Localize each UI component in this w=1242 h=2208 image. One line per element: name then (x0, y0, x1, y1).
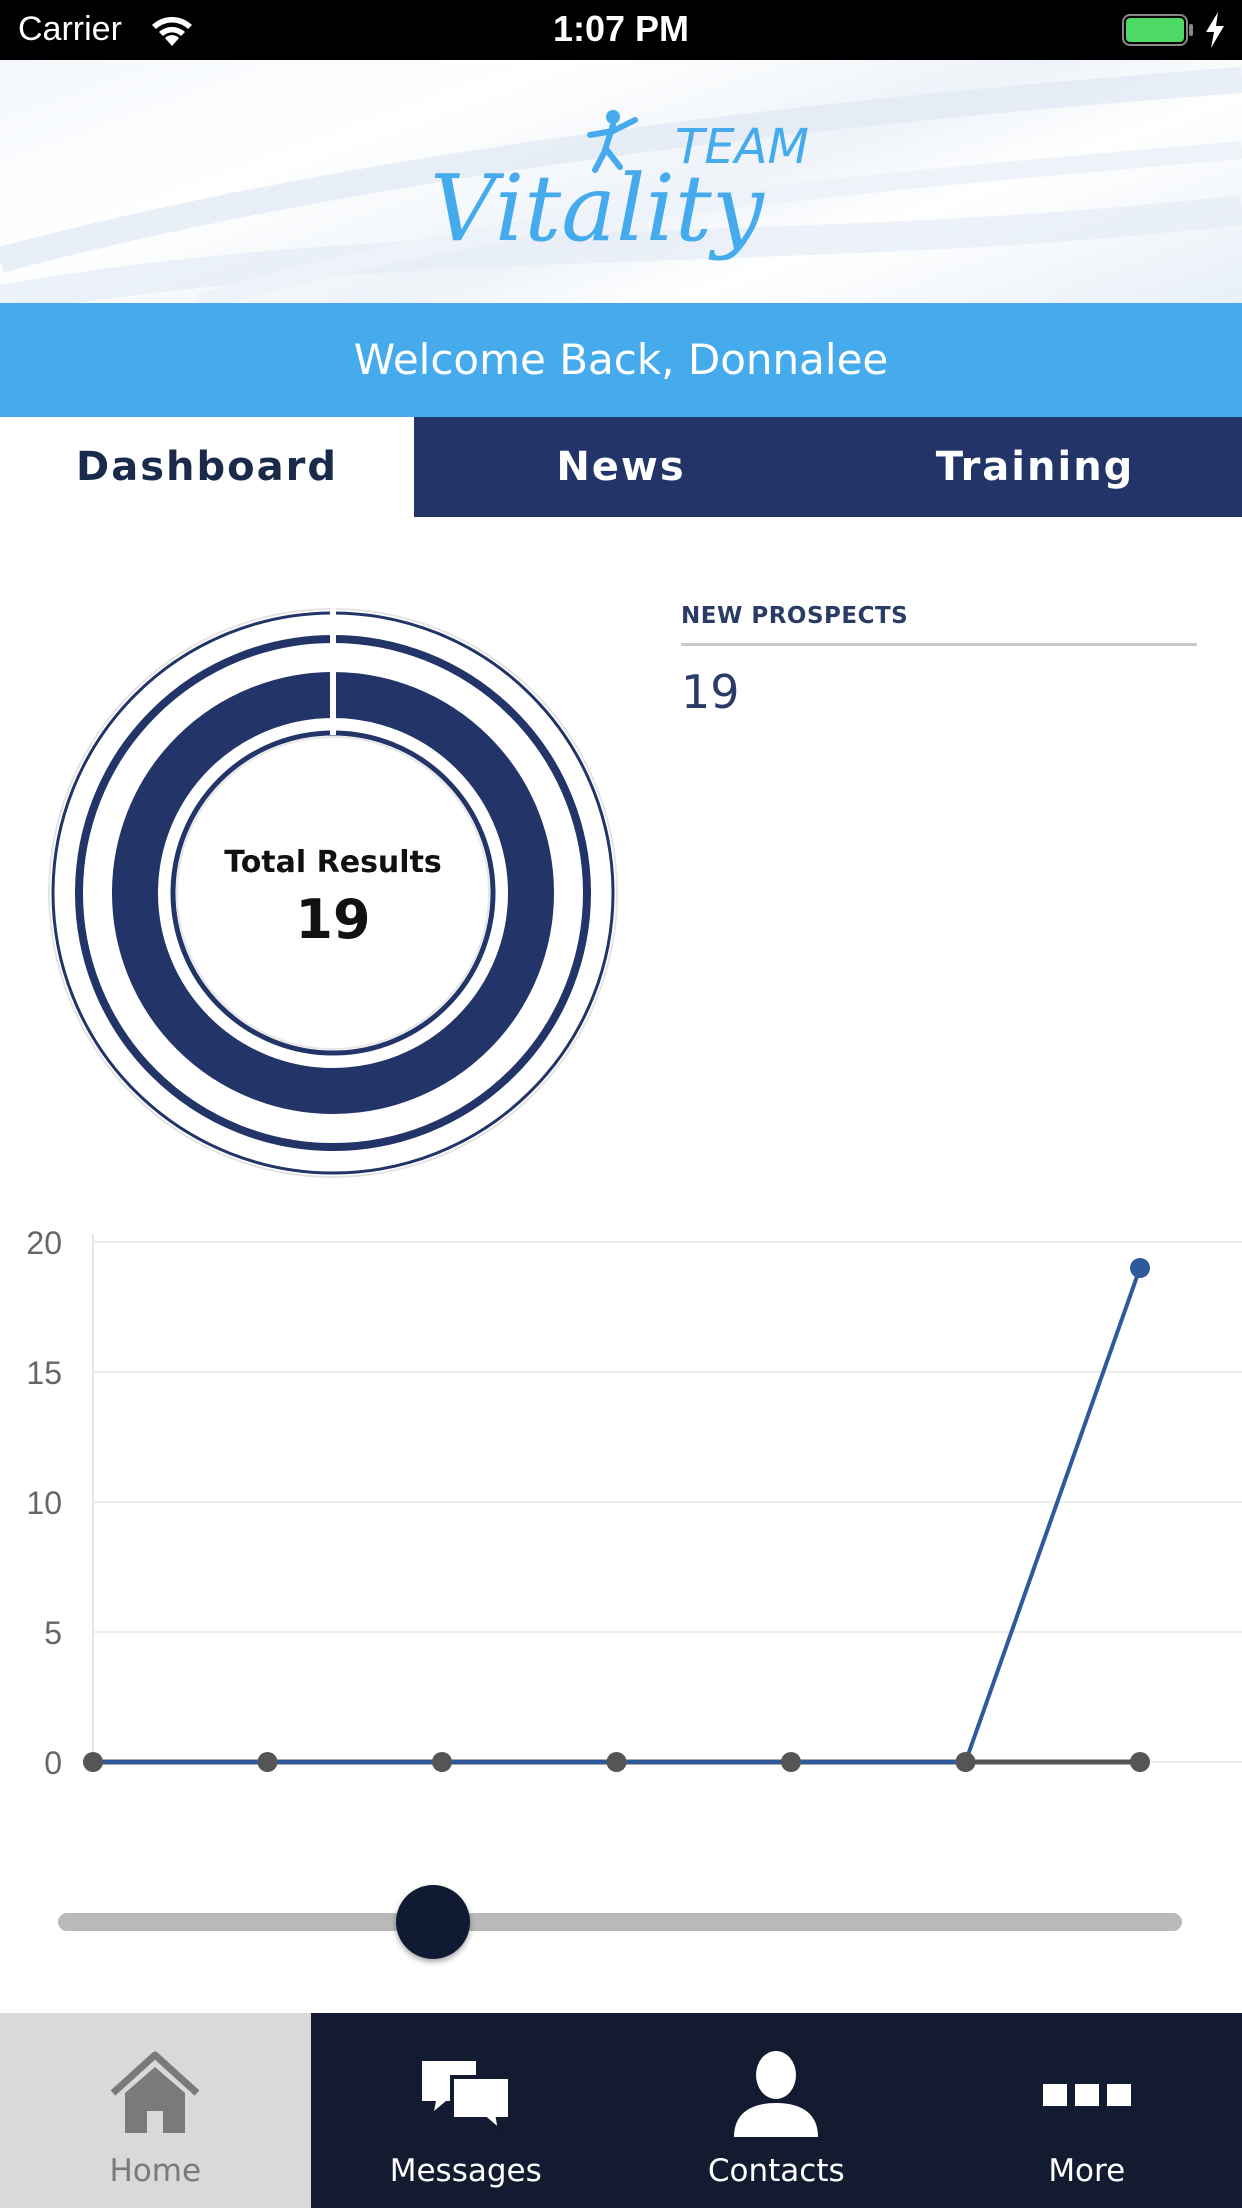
data-point (83, 1752, 103, 1772)
welcome-banner: Welcome Back, Donnalee (0, 303, 1242, 417)
data-point (1130, 1752, 1150, 1772)
tab-training[interactable]: Training (828, 417, 1242, 517)
results-line-chart: 0 5 10 15 20 (26, 1225, 1242, 1780)
nav-messages-label: Messages (389, 2153, 542, 2189)
more-icon (1042, 2084, 1131, 2106)
team-vitality-logo: TEAM Vitality (430, 110, 809, 262)
new-prospects-value: 19 (681, 665, 740, 719)
nav-messages[interactable]: Messages (311, 2013, 622, 2208)
y-tick-label: 15 (26, 1355, 62, 1391)
data-point (606, 1752, 627, 1772)
nav-contacts[interactable]: Contacts (621, 2013, 932, 2208)
new-prospects-title: NEW PROSPECTS (681, 603, 909, 629)
status-bar: Carrier 1:07 PM (0, 0, 1242, 60)
nav-more[interactable]: More (932, 2013, 1242, 2208)
data-point (1130, 1258, 1150, 1278)
contacts-icon (734, 2051, 819, 2137)
tab-bar: Dashboard News Training (0, 417, 1242, 517)
divider (681, 643, 1197, 646)
home-icon (110, 2051, 200, 2133)
data-point (432, 1752, 452, 1772)
data-point (257, 1752, 278, 1772)
series-line (93, 1267, 1142, 1764)
tab-dashboard[interactable]: Dashboard (0, 417, 414, 517)
y-tick-label: 10 (26, 1485, 62, 1521)
messages-icon (421, 2061, 512, 2137)
donut-value: 19 (295, 888, 371, 951)
y-tick-label: 5 (44, 1615, 62, 1651)
charging-icon (1206, 12, 1224, 48)
bottom-navigation: Home Messages Contacts More (0, 2013, 1242, 2208)
header-banner: TEAM Vitality (0, 60, 1242, 303)
y-tick-label: 0 (44, 1745, 62, 1780)
nav-home[interactable]: Home (0, 2013, 311, 2208)
nav-more-label: More (1048, 2153, 1126, 2189)
nav-home-label: Home (109, 2153, 202, 2189)
battery-icon (1122, 14, 1193, 46)
y-tick-label: 20 (26, 1225, 62, 1261)
time-slider-thumb[interactable] (396, 1885, 471, 1959)
time-slider-track[interactable] (58, 1913, 1182, 1931)
donut-label: Total Results (224, 845, 442, 880)
status-time: 1:07 PM (552, 8, 690, 49)
tab-news[interactable]: News (414, 417, 828, 517)
data-point (955, 1752, 976, 1772)
data-point (781, 1752, 801, 1772)
nav-contacts-label: Contacts (707, 2153, 845, 2189)
